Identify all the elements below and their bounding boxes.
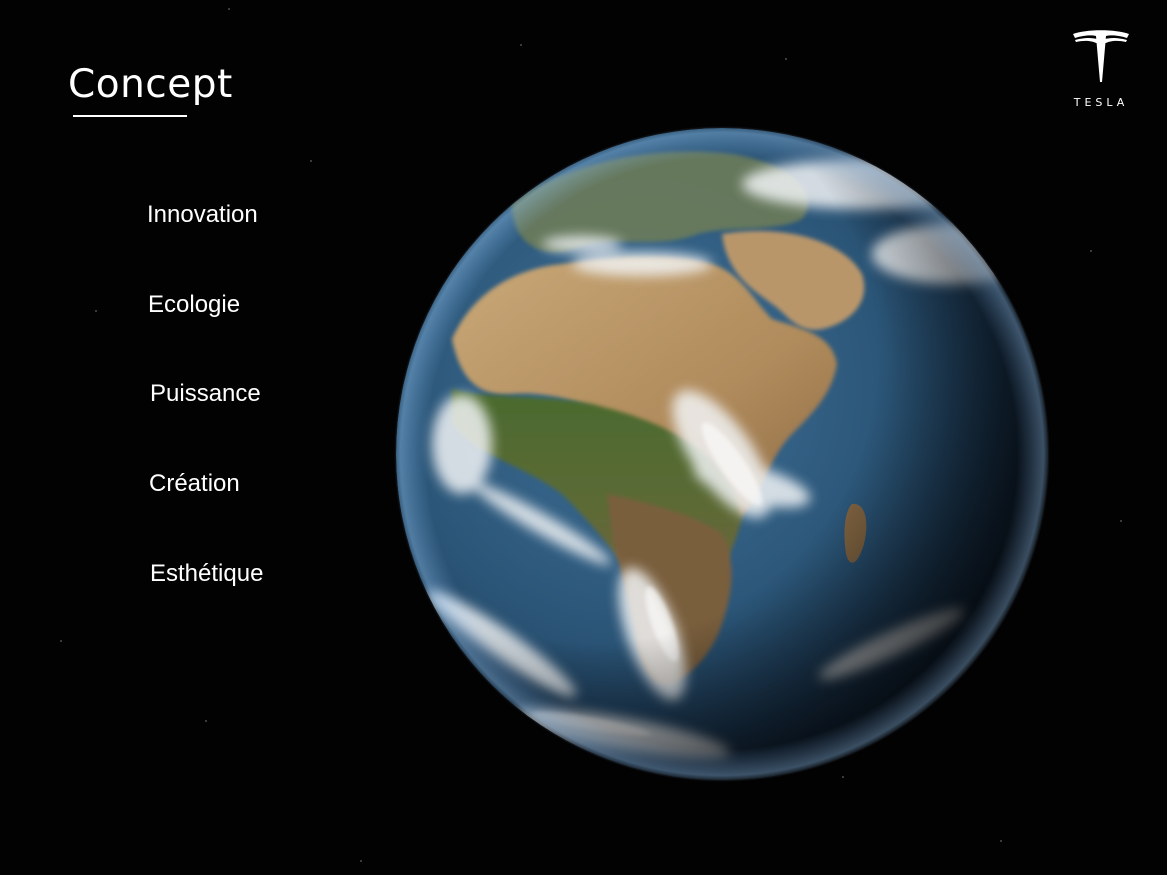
menu-item-ecologie[interactable]: Ecologie xyxy=(148,291,240,319)
star xyxy=(520,44,522,46)
page-title: Concept xyxy=(68,62,233,107)
star xyxy=(60,640,62,642)
star xyxy=(95,310,97,312)
star xyxy=(785,58,787,60)
star xyxy=(1090,250,1092,252)
star xyxy=(1000,840,1002,842)
earth-image xyxy=(394,126,1050,782)
tesla-wordmark: TESLA xyxy=(1073,96,1129,109)
menu-item-puissance[interactable]: Puissance xyxy=(150,380,261,408)
star xyxy=(228,8,230,10)
star xyxy=(1120,520,1122,522)
menu-item-esthetique[interactable]: Esthétique xyxy=(150,560,263,588)
star xyxy=(310,160,312,162)
star xyxy=(360,860,362,862)
menu-item-innovation[interactable]: Innovation xyxy=(147,201,258,229)
presentation-slide: Concept Innovation Ecologie Puissance Cr… xyxy=(0,0,1167,875)
star xyxy=(205,720,207,722)
title-underline xyxy=(73,115,187,117)
menu-item-creation[interactable]: Création xyxy=(149,470,240,498)
